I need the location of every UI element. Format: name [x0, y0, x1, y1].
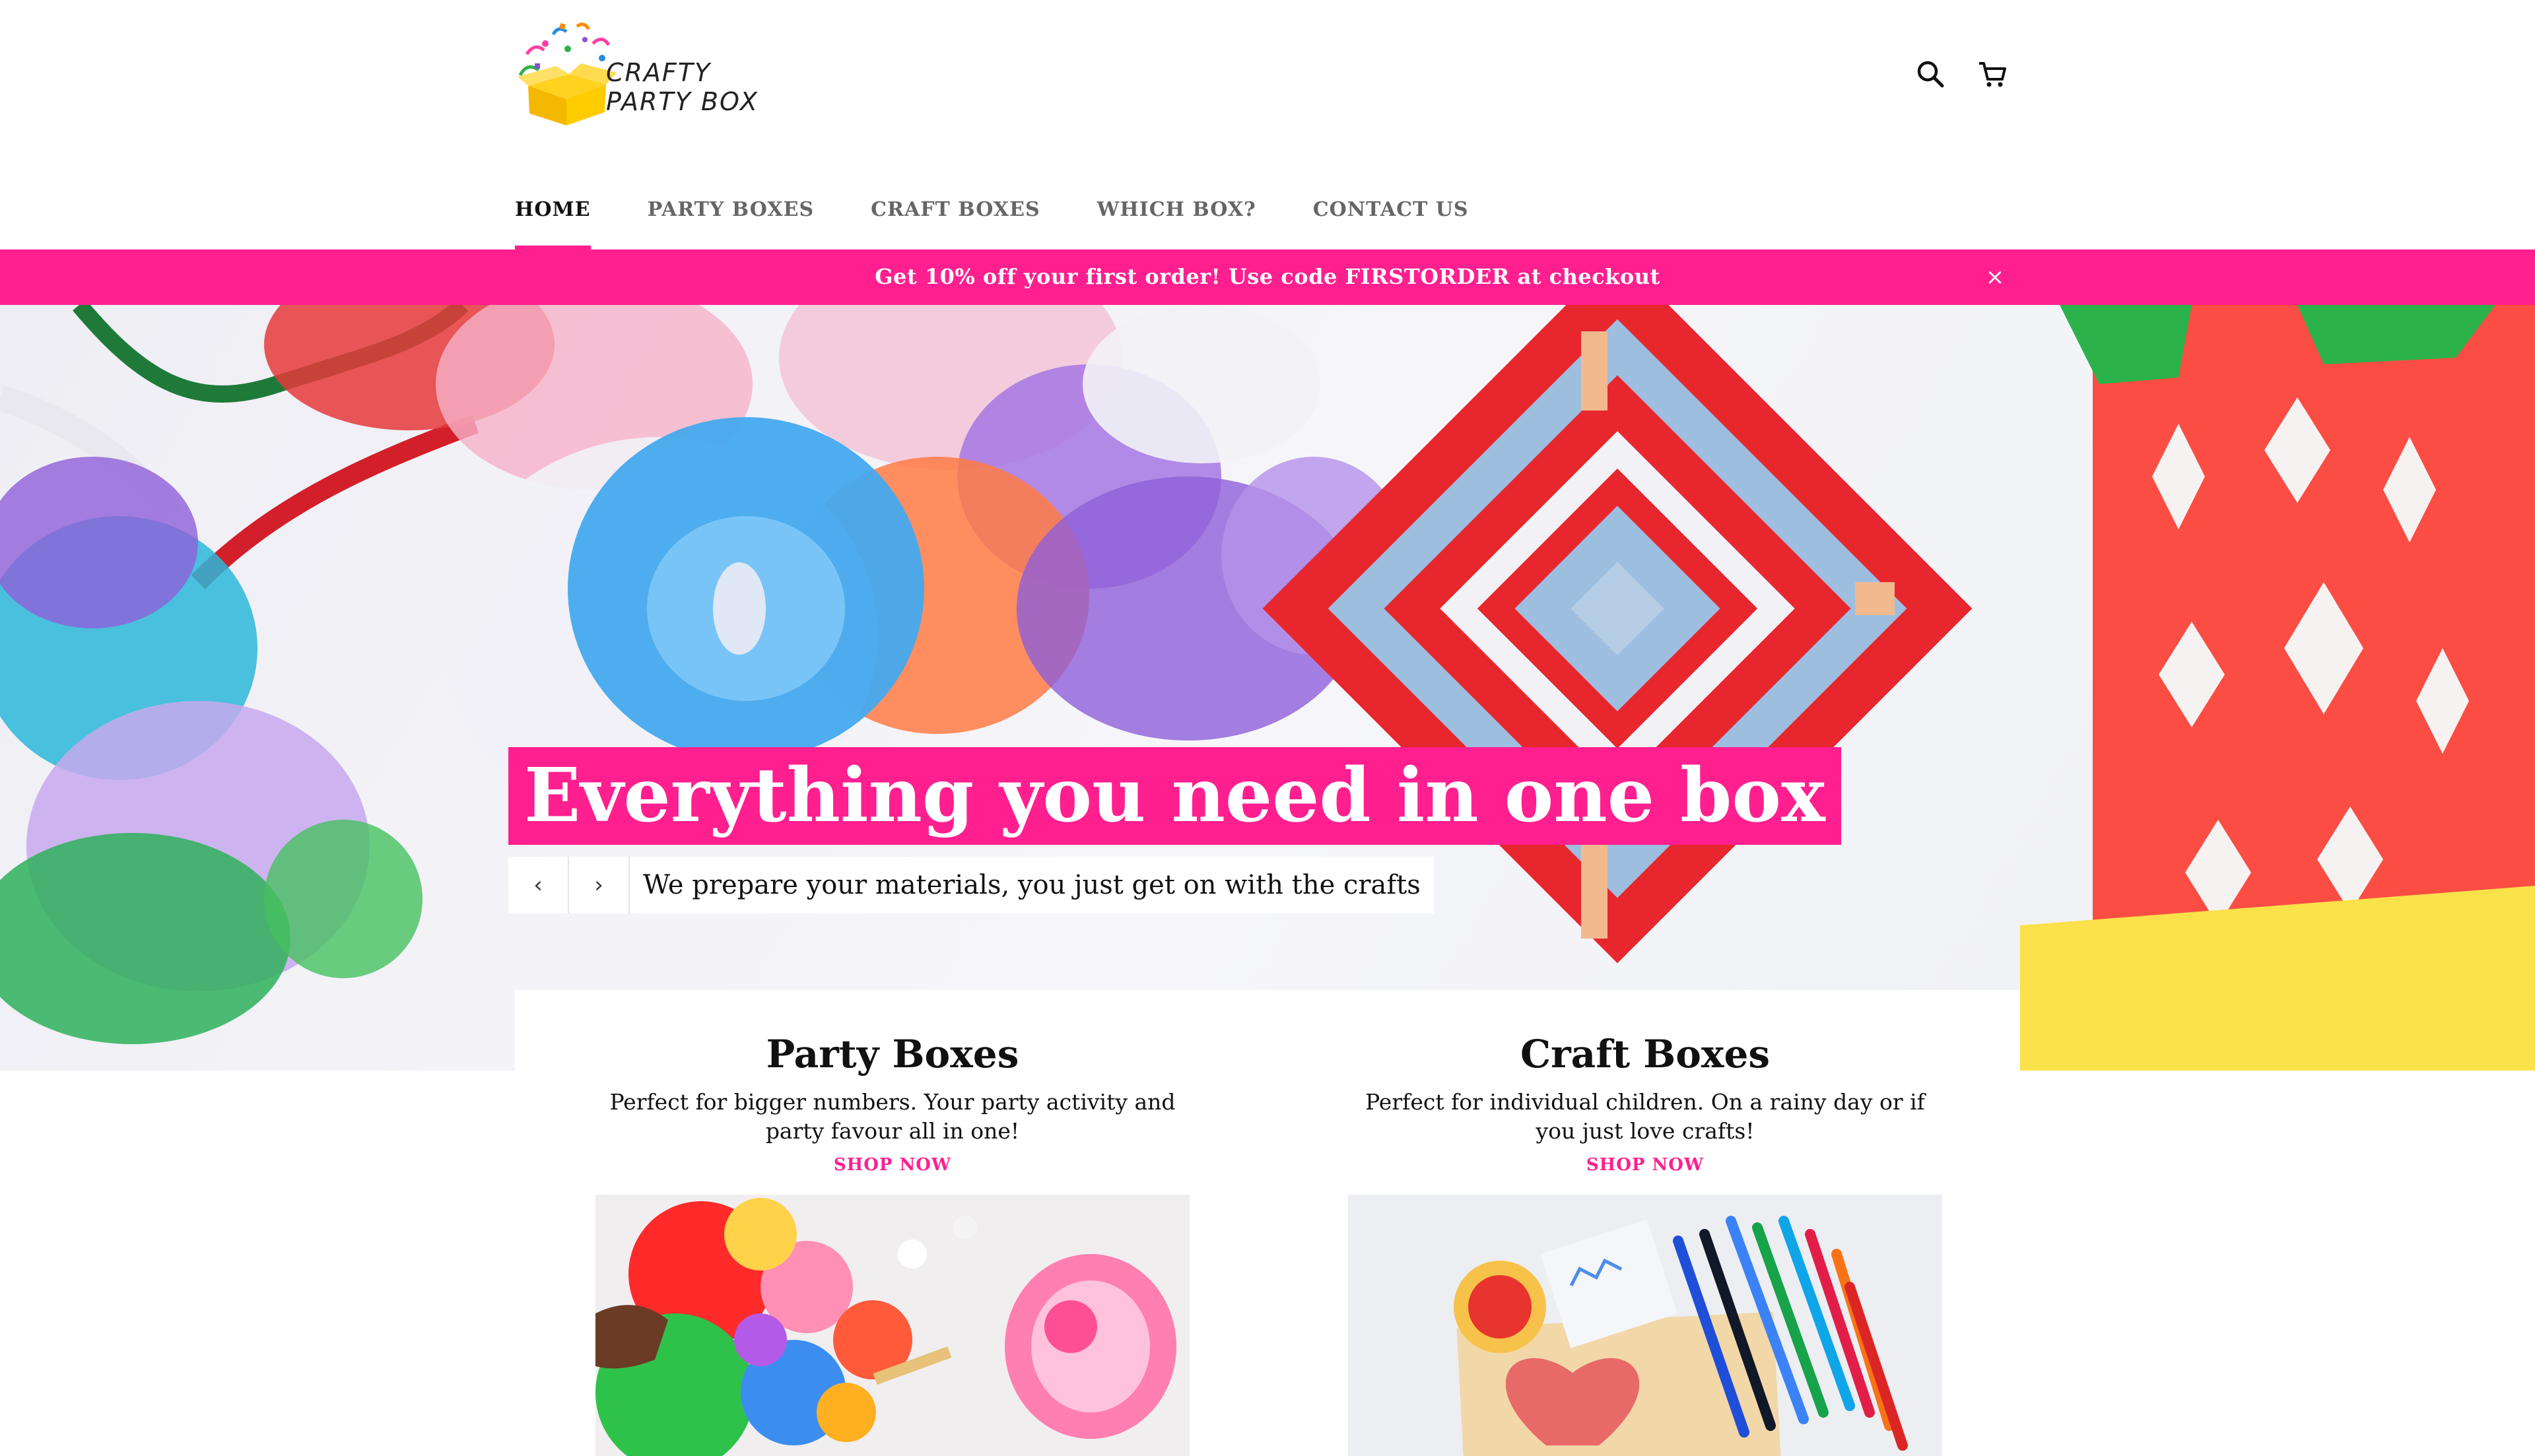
header-actions	[1914, 58, 2013, 90]
nav-item-craft-boxes[interactable]: CRAFT BOXES	[871, 191, 1040, 249]
chevron-right-icon[interactable]: ›	[569, 857, 630, 913]
nav-item-party-boxes[interactable]: PARTY BOXES	[648, 191, 815, 249]
shop-now-link[interactable]: SHOP NOW	[834, 1155, 951, 1175]
slider-controls: ‹ › We prepare your materials, you just …	[508, 857, 1434, 913]
nav-item-which-box[interactable]: WHICH BOX?	[1097, 191, 1256, 249]
chevron-left-icon[interactable]: ‹	[508, 857, 569, 913]
announcement-text: Get 10% off your first order! Use code F…	[875, 264, 1660, 289]
collection-description: Perfect for bigger numbers. Your party a…	[609, 1089, 1176, 1144]
site-header: CRAFTY PARTY BOX HOME PARTY BOXES CRAFT …	[0, 0, 2535, 249]
hero-slideshow: Everything you need in one box ‹ › We pr…	[0, 305, 2535, 1071]
logo-wordmark: CRAFTY PARTY BOX	[606, 58, 759, 116]
cart-icon[interactable]	[1977, 58, 2008, 90]
close-icon[interactable]: ×	[1980, 263, 2010, 292]
announcement-bar: Get 10% off your first order! Use code F…	[0, 249, 2535, 305]
shop-now-link[interactable]: SHOP NOW	[1586, 1155, 1704, 1175]
party-box-image[interactable]	[595, 1195, 1190, 1456]
hero-title: Everything you need in one box	[508, 747, 1841, 845]
collection-title: Party Boxes	[766, 1032, 1019, 1076]
hero-subtitle: We prepare your materials, you just get …	[630, 857, 1434, 913]
featured-collections: Party Boxes Perfect for bigger numbers. …	[515, 990, 2020, 1456]
craft-box-image[interactable]	[1348, 1195, 1942, 1456]
collection-card-craft-boxes: Craft Boxes Perfect for individual child…	[1348, 990, 1942, 1456]
collection-description: Perfect for individual children. On a ra…	[1365, 1089, 1925, 1144]
nav-item-home[interactable]: HOME	[515, 191, 591, 249]
collection-card-party-boxes: Party Boxes Perfect for bigger numbers. …	[595, 990, 1190, 1456]
search-icon[interactable]	[1914, 58, 1946, 90]
main-nav: HOME PARTY BOXES CRAFT BOXES WHICH BOX? …	[515, 191, 1526, 249]
collection-title: Craft Boxes	[1520, 1032, 1771, 1076]
hero-crafts-image	[0, 305, 2535, 1071]
nav-item-contact-us[interactable]: CONTACT US	[1313, 191, 1469, 249]
site-logo[interactable]: CRAFTY PARTY BOX	[514, 20, 757, 125]
